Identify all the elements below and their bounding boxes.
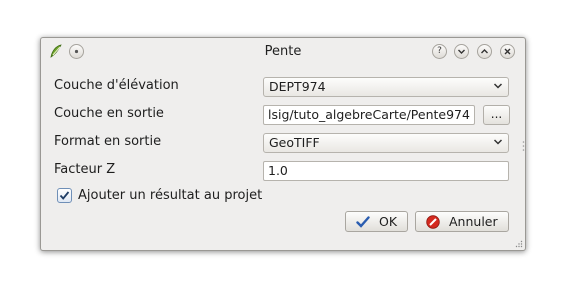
resize-grip[interactable] bbox=[515, 240, 523, 248]
add-result-label: Ajouter un résultat au projet bbox=[78, 188, 263, 203]
format-label: Format en sortie bbox=[54, 134, 162, 149]
elevation-layer-value: DEPT974 bbox=[269, 79, 326, 94]
splitter-handle[interactable] bbox=[522, 140, 525, 152]
title-bar[interactable]: Pente ? bbox=[41, 38, 525, 65]
format-value: GeoTIFF bbox=[269, 135, 320, 150]
browse-button[interactable]: ... bbox=[483, 105, 510, 125]
chevron-down-icon bbox=[493, 83, 503, 89]
ok-label: OK bbox=[379, 214, 398, 229]
cancel-button[interactable]: Annuler bbox=[415, 211, 509, 232]
zfactor-field[interactable]: 1.0 bbox=[263, 161, 509, 181]
output-layer-label: Couche en sortie bbox=[54, 106, 164, 121]
cancel-icon bbox=[426, 215, 440, 229]
zfactor-value: 1.0 bbox=[268, 163, 288, 178]
format-select[interactable]: GeoTIFF bbox=[263, 133, 509, 153]
elevation-layer-select[interactable]: DEPT974 bbox=[263, 77, 509, 97]
minimize-icon[interactable] bbox=[454, 44, 469, 59]
output-layer-value: lsig/tuto_algebreCarte/Pente974 bbox=[268, 107, 470, 122]
help-icon[interactable]: ? bbox=[432, 44, 447, 59]
ok-button[interactable]: OK bbox=[345, 211, 408, 232]
zfactor-label: Facteur Z bbox=[54, 162, 116, 177]
close-icon[interactable] bbox=[500, 44, 515, 59]
output-layer-field[interactable]: lsig/tuto_algebreCarte/Pente974 bbox=[263, 105, 475, 125]
add-result-checkbox[interactable] bbox=[57, 188, 72, 203]
check-icon bbox=[356, 216, 370, 228]
elevation-label: Couche d'élévation bbox=[54, 78, 179, 93]
chevron-down-icon bbox=[493, 139, 503, 145]
maximize-icon[interactable] bbox=[477, 44, 492, 59]
pente-dialog: Pente ? Couche d'élévation DEPT974 Couch… bbox=[40, 37, 526, 251]
window-title: Pente bbox=[264, 44, 302, 59]
check-icon bbox=[59, 191, 70, 200]
cancel-label: Annuler bbox=[449, 214, 498, 229]
